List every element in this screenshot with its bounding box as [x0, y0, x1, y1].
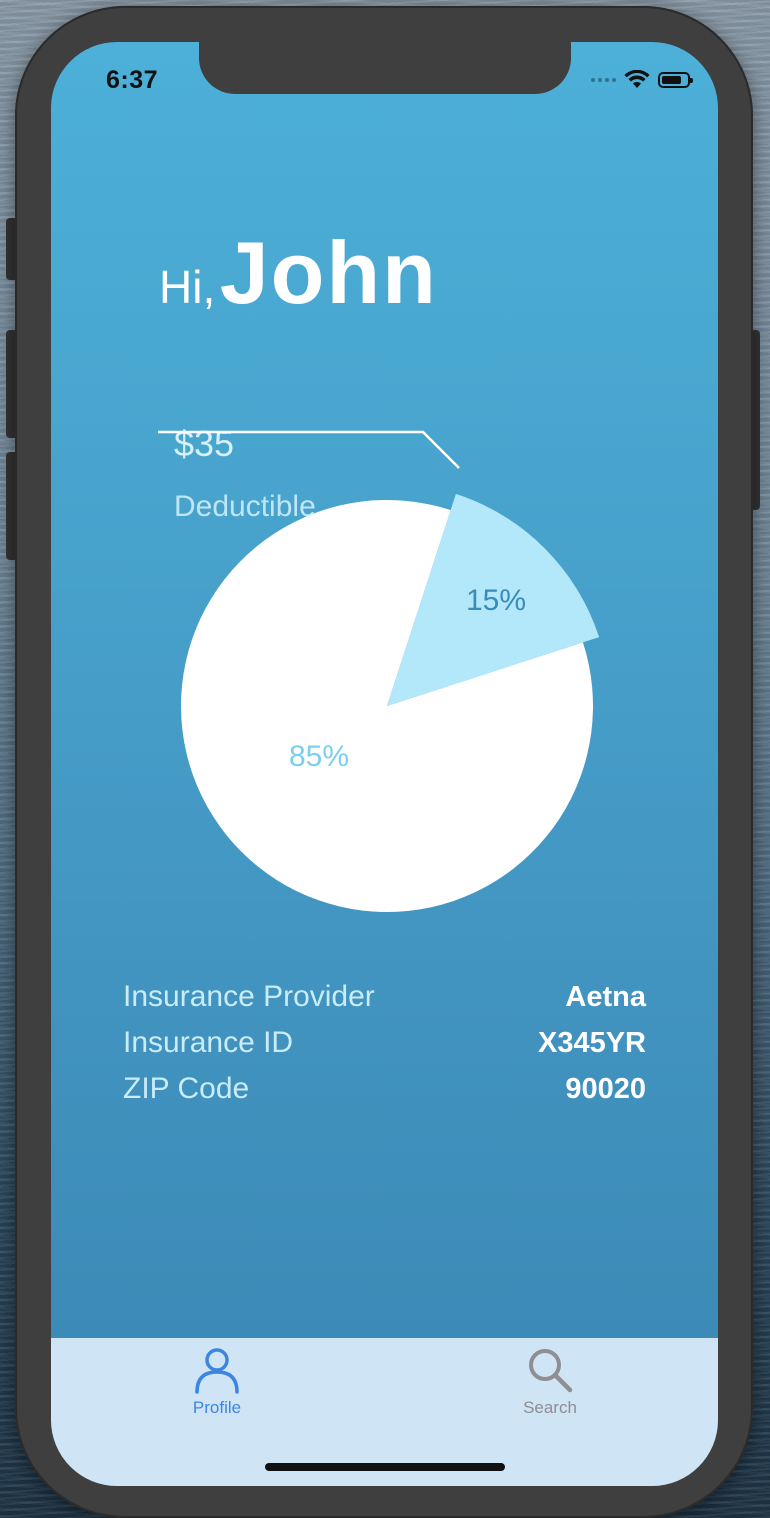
- zip-code-label: ZIP Code: [123, 1072, 250, 1105]
- tab-profile[interactable]: Profile: [157, 1346, 277, 1418]
- leader-line: [158, 430, 460, 469]
- tab-search[interactable]: Search: [490, 1346, 610, 1418]
- insurance-provider-value: Aetna: [565, 980, 646, 1013]
- deductible-pie-chart: [158, 430, 600, 912]
- tab-profile-label: Profile: [192, 1398, 242, 1417]
- insurance-id-value: X345YR: [537, 1026, 646, 1059]
- pie-label-remaining: 85%: [288, 740, 350, 773]
- magnifier-icon: [529, 1349, 573, 1393]
- insurance-id-row: Insurance ID X345YR: [123, 1020, 646, 1066]
- home-indicator[interactable]: [265, 1463, 505, 1471]
- tab-search-label: Search: [523, 1398, 577, 1417]
- insurance-provider-label: Insurance Provider: [123, 980, 375, 1013]
- insurance-provider-row: Insurance Provider Aetna: [123, 974, 646, 1020]
- insurance-info: Insurance Provider Aetna Insurance ID X3…: [123, 974, 646, 1112]
- pie-label-deductible: 15%: [465, 584, 527, 617]
- zip-code-value: 90020: [565, 1072, 646, 1105]
- insurance-id-label: Insurance ID: [123, 1026, 294, 1059]
- zip-code-row: ZIP Code 90020: [123, 1066, 646, 1112]
- person-icon: [195, 1348, 239, 1394]
- app-screen: 6:37 Hi, John $35 Deductible 15% 85% Ins…: [51, 42, 718, 1486]
